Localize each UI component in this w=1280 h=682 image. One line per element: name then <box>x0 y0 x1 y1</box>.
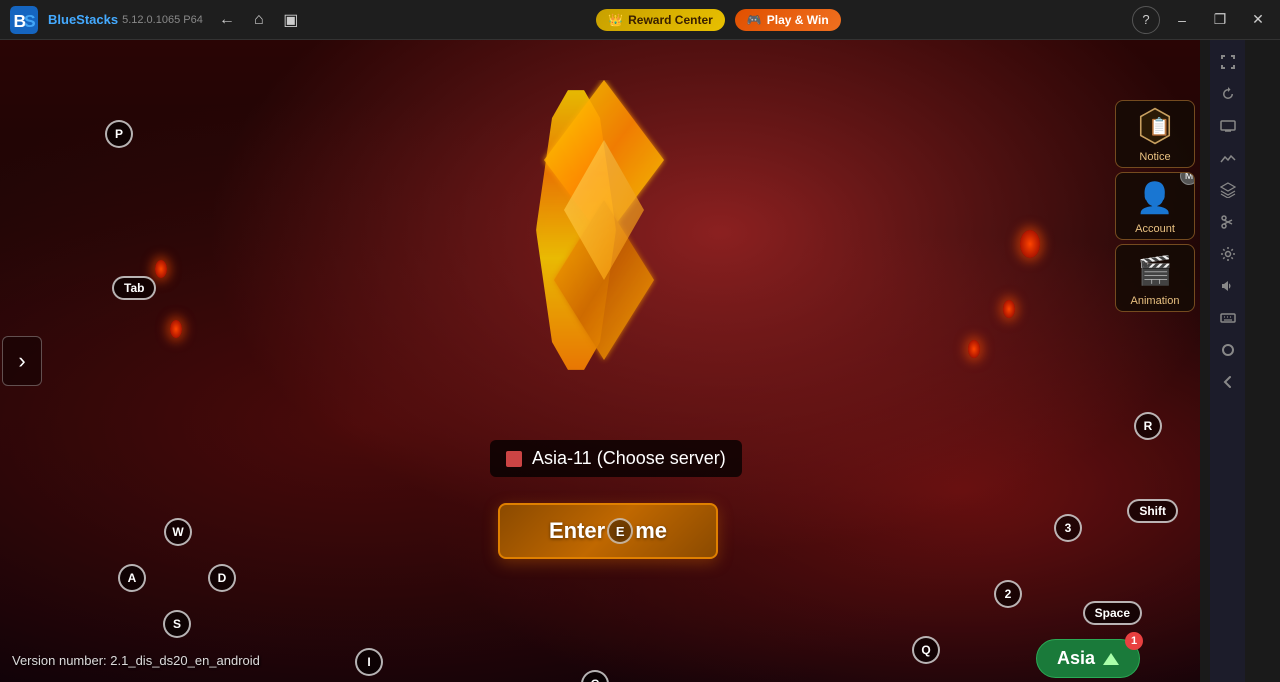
key-3[interactable]: 3 <box>1054 514 1082 542</box>
notice-label: Notice <box>1116 151 1194 163</box>
animation-label: Animation <box>1116 295 1194 307</box>
server-icon <box>506 451 522 467</box>
key-r[interactable]: R <box>1134 412 1162 440</box>
play-win-button[interactable]: 🎮 Play & Win <box>735 9 841 31</box>
e-key-badge: E <box>607 518 633 544</box>
recent-button[interactable]: ▣ <box>277 6 305 34</box>
version-text: Version number: 2.1_dis_ds20_en_android <box>12 653 260 668</box>
lantern-2 <box>170 320 182 338</box>
asia-badge: 1 <box>1125 632 1143 650</box>
sidebar-back-button[interactable] <box>1214 368 1242 396</box>
minimize-button[interactable]: – <box>1164 2 1200 38</box>
animation-icon: 🎬 <box>1138 254 1173 287</box>
lantern-4 <box>1003 300 1015 318</box>
sidebar-fullscreen-button[interactable] <box>1214 48 1242 76</box>
title-bar: B S BlueStacks 5.12.0.1065 P64 ← ⌂ ▣ 👑 R… <box>0 0 1280 40</box>
game-canvas: › P Tab W A S D I C Q R Shift Space 3 2 … <box>0 40 1200 682</box>
key-shift[interactable]: Shift <box>1127 499 1178 523</box>
svg-text:S: S <box>24 11 36 31</box>
sidebar-rotate-button[interactable] <box>1214 80 1242 108</box>
svg-text:📋: 📋 <box>1149 116 1171 136</box>
notice-button[interactable]: 📋 Notice <box>1115 100 1195 168</box>
window-controls: – ❐ ✕ <box>1164 2 1276 38</box>
help-button[interactable]: ? <box>1132 6 1160 34</box>
sidebar-performance-button[interactable] <box>1214 144 1242 172</box>
key-q[interactable]: Q <box>912 636 940 664</box>
animation-button[interactable]: 🎬 Animation <box>1115 244 1195 312</box>
key-d[interactable]: D <box>208 564 236 592</box>
enter-game-button[interactable]: Enter E me <box>498 503 718 559</box>
sidebar-keyboard-button[interactable] <box>1214 304 1242 332</box>
gold-diamond-svg <box>504 80 704 380</box>
asia-label: Asia <box>1057 648 1095 669</box>
notice-icon: 📋 <box>1136 107 1174 145</box>
animation-icon-area: 🎬 <box>1116 245 1194 295</box>
lantern-5 <box>1020 230 1040 258</box>
asia-button[interactable]: 1 Asia <box>1036 639 1140 678</box>
left-arrow-button[interactable]: › <box>2 336 42 386</box>
account-button[interactable]: M 👤 Account <box>1115 172 1195 240</box>
key-w[interactable]: W <box>164 518 192 546</box>
account-icon: 👤 <box>1136 181 1173 216</box>
key-s[interactable]: S <box>163 610 191 638</box>
close-button[interactable]: ✕ <box>1240 2 1276 38</box>
server-name: Asia-11 (Choose server) <box>532 448 726 469</box>
title-center: 👑 Reward Center 🎮 Play & Win <box>305 9 1132 31</box>
lantern-1 <box>155 260 167 278</box>
app-logo: B S <box>6 2 42 38</box>
reward-icon: 👑 <box>608 13 623 27</box>
play-win-label: Play & Win <box>767 13 829 27</box>
sidebar-settings-button[interactable] <box>1214 240 1242 268</box>
reward-center-button[interactable]: 👑 Reward Center <box>596 9 725 31</box>
app-version: 5.12.0.1065 P64 <box>122 14 203 26</box>
lantern-3 <box>968 340 980 358</box>
server-select[interactable]: Asia-11 (Choose server) <box>490 440 742 477</box>
enter-label-before: Enter <box>549 518 605 544</box>
sidebar-volume-button[interactable] <box>1214 272 1242 300</box>
key-p[interactable]: P <box>105 120 133 148</box>
sidebar-layers-button[interactable] <box>1214 176 1242 204</box>
sidebar-screen-button[interactable] <box>1214 112 1242 140</box>
main-area: › P Tab W A S D I C Q R Shift Space 3 2 … <box>0 40 1245 682</box>
restore-button[interactable]: ❐ <box>1202 2 1238 38</box>
home-button[interactable]: ⌂ <box>245 6 273 34</box>
enter-label-after: me <box>635 518 667 544</box>
reward-center-label: Reward Center <box>628 13 713 27</box>
sidebar-settings2-button[interactable] <box>1214 336 1242 364</box>
key-space[interactable]: Space <box>1083 601 1142 625</box>
key-2[interactable]: 2 <box>994 580 1022 608</box>
play-win-icon: 🎮 <box>747 13 762 27</box>
right-sidebar <box>1210 40 1245 682</box>
notice-icon-area: 📋 <box>1116 101 1194 151</box>
asia-triangle-icon <box>1103 653 1119 665</box>
right-ui-panel: 📋 Notice M 👤 Account 🎬 Animation <box>1110 100 1200 312</box>
key-i[interactable]: I <box>355 648 383 676</box>
nav-buttons: ← ⌂ ▣ <box>213 6 305 34</box>
app-name: BlueStacks <box>48 12 118 27</box>
account-label: Account <box>1116 223 1194 235</box>
key-a[interactable]: A <box>118 564 146 592</box>
key-tab[interactable]: Tab <box>112 276 156 300</box>
game-background <box>0 40 1200 682</box>
sidebar-cut-button[interactable] <box>1214 208 1242 236</box>
back-button[interactable]: ← <box>213 6 241 34</box>
